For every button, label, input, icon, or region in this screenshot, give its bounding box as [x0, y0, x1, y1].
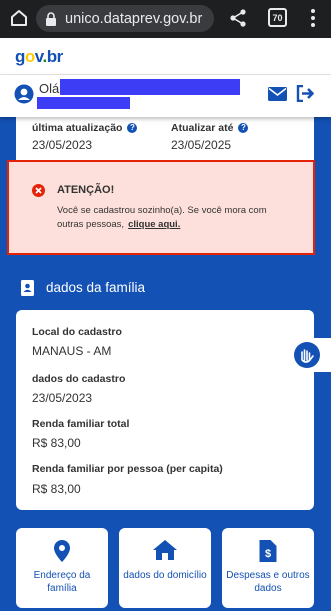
field-value: R$ 83,00 — [32, 436, 81, 450]
nav-label: Endereço da família — [33, 570, 91, 594]
mail-icon[interactable] — [268, 87, 287, 101]
help-icon[interactable]: ? — [127, 123, 138, 133]
update-until-label: Atualizar até? — [171, 122, 249, 134]
last-update-label: última atualização? — [32, 122, 138, 134]
expense-document-icon: $ — [259, 540, 277, 562]
browser-toolbar: unico.dataprev.gov.br 70 — [0, 0, 331, 38]
family-data-card: Local do cadastro MANAUS - AM dados do c… — [16, 310, 314, 510]
svg-text:$: $ — [265, 548, 271, 560]
user-avatar-icon[interactable] — [14, 84, 34, 104]
nav-card-household-data[interactable]: dados do domicílio — [119, 528, 211, 608]
user-bar: Olá, — [0, 75, 331, 117]
home-icon[interactable] — [9, 8, 29, 28]
logout-icon[interactable] — [296, 85, 314, 102]
address-bar[interactable]: unico.dataprev.gov.br — [36, 5, 214, 32]
field-label: Local do cadastro — [32, 326, 122, 338]
field-value: 23/05/2023 — [32, 391, 93, 405]
sign-language-button[interactable] — [290, 338, 331, 372]
family-contact-icon — [21, 280, 34, 296]
home-icon — [153, 540, 177, 560]
gov-header: gov.br — [0, 38, 331, 75]
field-label: Renda familiar por pessoa (per capita) — [32, 463, 223, 475]
help-icon[interactable]: ? — [238, 123, 249, 133]
redacted-name-bar — [37, 97, 130, 109]
section-title: dados da família — [46, 280, 146, 295]
nav-card-expenses[interactable]: $ Despesas e outros dados — [222, 528, 314, 608]
field-value: MANAUS - AM — [32, 344, 112, 358]
govbr-logo[interactable]: gov.br — [15, 47, 63, 67]
highlight-outline — [7, 160, 315, 255]
nav-card-family-address[interactable]: Endereço da família — [16, 528, 108, 608]
nav-label: dados do domicílio — [123, 570, 207, 581]
share-icon[interactable] — [229, 8, 247, 28]
sign-language-icon — [294, 342, 320, 368]
field-value: R$ 83,00 — [32, 482, 81, 496]
field-label: Renda familiar total — [32, 418, 130, 430]
redacted-name-bar — [60, 79, 240, 95]
lock-icon — [46, 11, 56, 26]
url-text: unico.dataprev.gov.br — [65, 10, 203, 27]
tab-count-button[interactable]: 70 — [268, 8, 287, 27]
last-update-value: 23/05/2023 — [32, 138, 93, 152]
nav-label: Despesas e outros dados — [226, 570, 310, 594]
update-until-value: 23/05/2025 — [171, 138, 232, 152]
more-menu-icon[interactable] — [310, 8, 316, 28]
location-pin-icon — [54, 540, 70, 562]
field-label: dados do cadastro — [32, 373, 126, 385]
